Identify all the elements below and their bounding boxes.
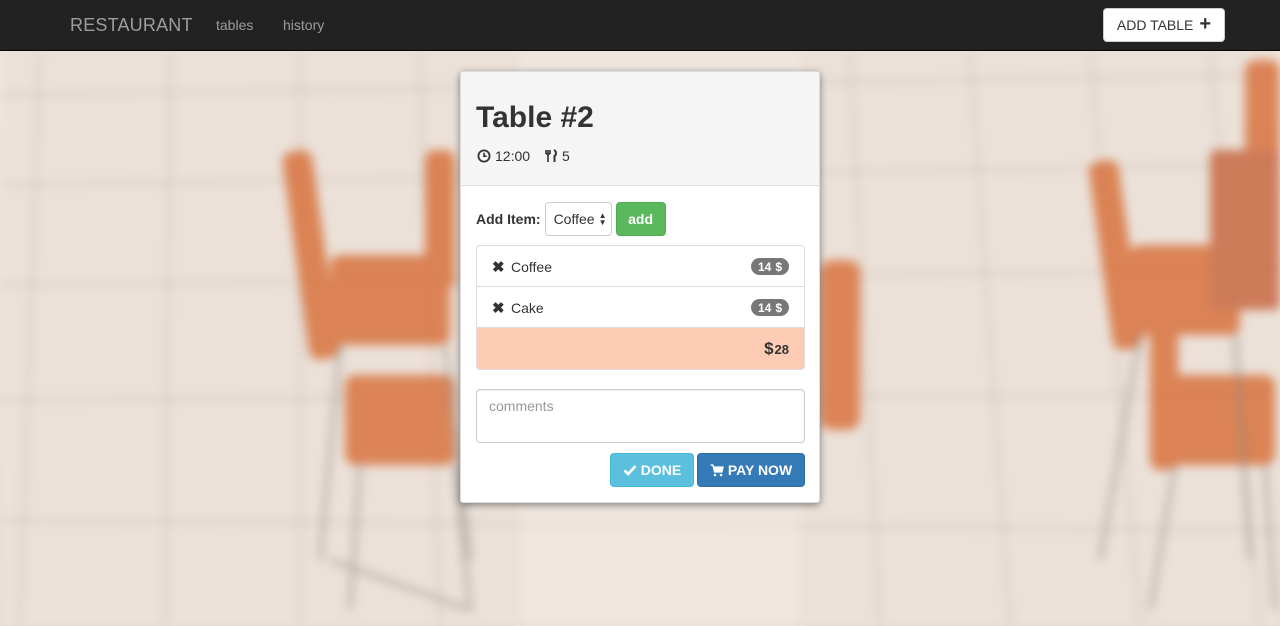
- add-table-button[interactable]: ADD TABLE +: [1103, 8, 1225, 42]
- navbar: RESTAURANT tables history ADD TABLE +: [0, 0, 1280, 51]
- order-list: ✖ Coffee 14 $ ✖ Cake 14 $ $ 28: [476, 245, 805, 370]
- price-currency: $: [775, 260, 782, 274]
- table-meta: 12:00 5: [477, 148, 570, 164]
- list-item: ✖ Coffee 14 $: [477, 246, 804, 287]
- select-arrows-icon: ▲ ▼: [598, 211, 607, 227]
- total-amount: 28: [774, 342, 789, 357]
- table-time: 12:00: [495, 148, 531, 164]
- price-value: 14: [757, 260, 772, 274]
- total-currency: $: [764, 339, 774, 358]
- price-badge: 14 $: [750, 258, 789, 275]
- price-currency: $: [775, 301, 782, 315]
- cutlery-icon: [544, 149, 558, 163]
- done-button[interactable]: DONE: [610, 453, 694, 487]
- item-select-value: Coffee: [553, 211, 595, 227]
- comments-field[interactable]: [476, 389, 805, 443]
- table-card: Table #2 12:00 5 Add Item: Coffee ▲ ▼ add…: [460, 71, 820, 503]
- list-item: ✖ Cake 14 $: [477, 287, 804, 328]
- remove-icon[interactable]: ✖: [492, 258, 505, 276]
- pay-now-label: PAY NOW: [727, 462, 793, 478]
- table-guests: 5: [562, 148, 570, 164]
- cart-icon: [710, 463, 724, 477]
- clock-icon: [477, 149, 491, 163]
- brand-logo[interactable]: RESTAURANT: [70, 15, 193, 36]
- item-name: Coffee: [511, 259, 552, 275]
- checkmark-icon: [623, 463, 637, 477]
- nav-link-history[interactable]: history: [283, 17, 324, 33]
- price-badge: 14 $: [750, 299, 789, 316]
- remove-icon[interactable]: ✖: [492, 299, 505, 317]
- add-table-label: ADD TABLE: [1116, 17, 1194, 33]
- price-value: 14: [757, 301, 772, 315]
- table-card-header: Table #2 12:00 5: [461, 72, 819, 186]
- add-item-row: Add Item: Coffee ▲ ▼ add: [476, 202, 666, 236]
- item-select[interactable]: Coffee ▲ ▼: [544, 202, 612, 236]
- item-name: Cake: [511, 300, 544, 316]
- total-value: $ 28: [764, 339, 789, 359]
- pay-now-button[interactable]: PAY NOW: [697, 453, 805, 487]
- table-title: Table #2: [476, 101, 594, 134]
- total-row: $ 28: [477, 328, 804, 369]
- add-item-button[interactable]: add: [615, 202, 666, 236]
- nav-link-tables[interactable]: tables: [216, 17, 253, 33]
- plus-icon: +: [1199, 13, 1212, 35]
- add-item-label: Add Item:: [476, 211, 541, 227]
- done-label: DONE: [640, 462, 682, 478]
